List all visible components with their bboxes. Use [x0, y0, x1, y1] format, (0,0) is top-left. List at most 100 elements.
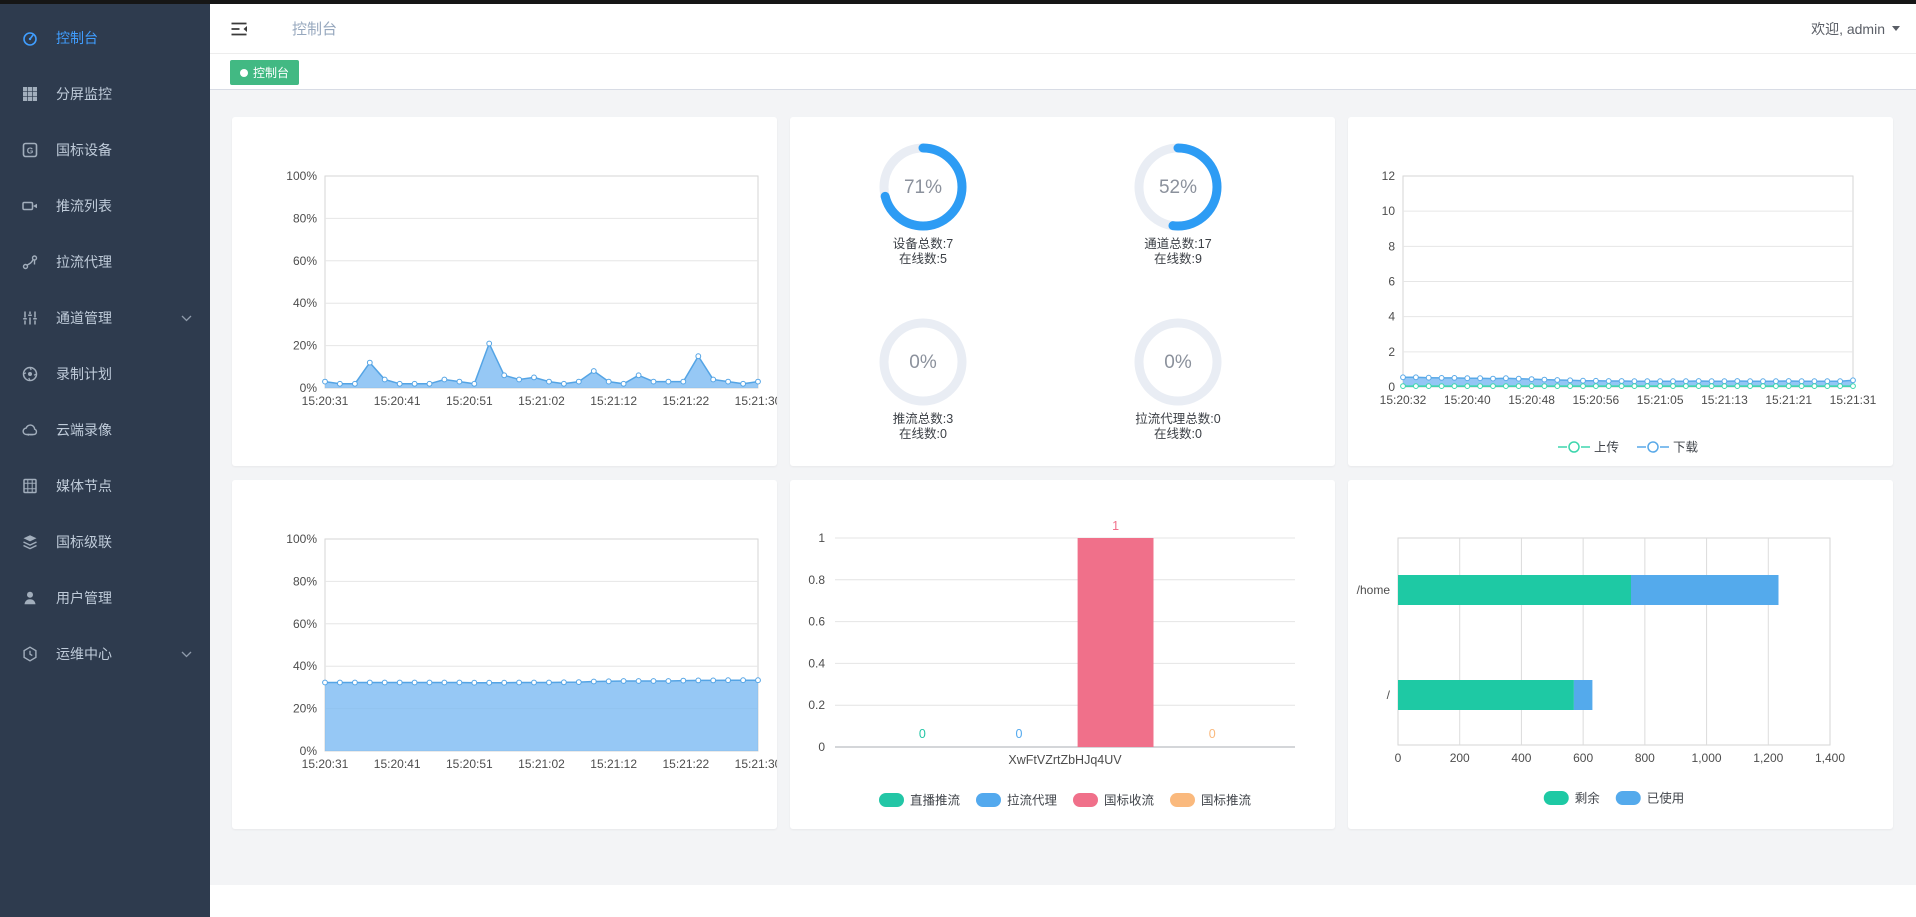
- svg-text:200: 200: [1450, 751, 1470, 765]
- svg-text:1,200: 1,200: [1753, 751, 1783, 765]
- cards-grid: 0%20%40%60%80%100%15:20:3115:20:4115:20:…: [232, 117, 1916, 829]
- app-layout: 控制台分屏监控G国标设备推流列表拉流代理通道管理录制计划云端录像媒体节点国标级联…: [0, 4, 1916, 917]
- gauges-chart-canvas: 71%设备总数:7在线数:552%通道总数:17在线数:90%推流总数:3在线数…: [790, 117, 1335, 466]
- card-network: 02468101215:20:3215:20:4015:20:4815:20:5…: [1348, 117, 1893, 466]
- svg-text:80%: 80%: [293, 211, 317, 225]
- sidebar-item-gb-cascade[interactable]: 国标级联: [0, 514, 210, 570]
- svg-text:15:21:31: 15:21:31: [1830, 393, 1877, 407]
- svg-text:0.6: 0.6: [808, 615, 825, 629]
- sidebar-item-label: 国标设备: [56, 140, 112, 160]
- caret-down-icon: [1892, 26, 1900, 31]
- active-tab-dot-icon: [240, 69, 248, 77]
- sidebar-item-media-node[interactable]: 媒体节点: [0, 458, 210, 514]
- svg-text:2: 2: [1388, 345, 1395, 359]
- sidebar-item-label: 拉流代理: [56, 252, 112, 272]
- svg-text:/: /: [1387, 688, 1391, 702]
- card-memory: 0%20%40%60%80%100%15:20:3115:20:4115:20:…: [232, 480, 777, 829]
- breadcrumb: 控制台: [292, 18, 337, 39]
- cpu-chart-canvas: 0%20%40%60%80%100%15:20:3115:20:4115:20:…: [232, 117, 777, 466]
- sidebar-item-console[interactable]: 控制台: [0, 10, 210, 66]
- svg-text:15:21:12: 15:21:12: [590, 757, 637, 771]
- svg-text:15:20:41: 15:20:41: [374, 394, 421, 408]
- svg-text:在线数:0: 在线数:0: [1154, 426, 1202, 441]
- svg-text:0: 0: [1395, 751, 1402, 765]
- cloud-record-icon: [22, 422, 38, 438]
- svg-text:15:21:12: 15:21:12: [590, 394, 637, 408]
- sidebar-collapse-button[interactable]: [230, 21, 248, 37]
- sidebar-item-pull-proxy[interactable]: 拉流代理: [0, 234, 210, 290]
- svg-text:15:20:56: 15:20:56: [1572, 393, 1619, 407]
- chart-legend[interactable]: 上传下载: [1558, 440, 1699, 455]
- sidebar-item-gb-device[interactable]: G国标设备: [0, 122, 210, 178]
- svg-text:15:20:31: 15:20:31: [302, 757, 349, 771]
- chart-legend[interactable]: 直播推流拉流代理国标收流国标推流: [879, 793, 1252, 808]
- svg-text:80%: 80%: [293, 574, 317, 588]
- chart-legend[interactable]: 剩余已使用: [1544, 791, 1685, 806]
- channel-manage-icon: [22, 310, 38, 326]
- svg-text:0%: 0%: [300, 744, 318, 758]
- sidebar-item-push-list[interactable]: 推流列表: [0, 178, 210, 234]
- hamburger-fold-icon: [230, 21, 248, 37]
- svg-text:15:21:30: 15:21:30: [735, 757, 777, 771]
- chevron-down-icon: [181, 651, 192, 658]
- sidebar-item-split-monitor[interactable]: 分屏监控: [0, 66, 210, 122]
- record-plan-icon: [22, 366, 38, 382]
- user-menu[interactable]: 欢迎, admin: [1811, 19, 1900, 39]
- sidebar-item-label: 用户管理: [56, 588, 112, 608]
- svg-text:0.4: 0.4: [808, 656, 825, 670]
- svg-text:已使用: 已使用: [1647, 791, 1685, 806]
- sidebar-item-ops-center[interactable]: 运维中心: [0, 626, 210, 682]
- svg-text:100%: 100%: [286, 532, 317, 546]
- chevron-down-icon: [181, 315, 192, 322]
- card-cpu: 0%20%40%60%80%100%15:20:3115:20:4115:20:…: [232, 117, 777, 466]
- svg-text:下载: 下载: [1673, 441, 1699, 455]
- push-stream-icon: [22, 198, 38, 214]
- tab-label: 控制台: [253, 64, 289, 81]
- sidebar-item-cloud-record[interactable]: 云端录像: [0, 402, 210, 458]
- svg-text:20%: 20%: [293, 702, 317, 716]
- svg-text:国标推流: 国标推流: [1201, 794, 1252, 808]
- svg-text:0%: 0%: [1164, 352, 1192, 373]
- sidebar-item-label: 国标级联: [56, 532, 112, 552]
- disk-chart-canvas: 02004006008001,0001,2001,400/home/剩余已使用: [1348, 480, 1893, 829]
- main-area: 控制台 欢迎, admin 控制台 0%20%40%60%80%100%15:2…: [210, 4, 1916, 917]
- svg-text:10: 10: [1382, 204, 1396, 218]
- svg-text:0: 0: [1016, 727, 1023, 741]
- sidebar-item-user-manage[interactable]: 用户管理: [0, 570, 210, 626]
- svg-text:/home: /home: [1357, 583, 1391, 597]
- svg-text:4: 4: [1388, 310, 1395, 324]
- svg-text:6: 6: [1388, 275, 1395, 289]
- svg-text:600: 600: [1573, 751, 1593, 765]
- sidebar-item-label: 控制台: [56, 28, 98, 48]
- sidebar-item-label: 运维中心: [56, 644, 112, 664]
- sidebar-item-record-plan[interactable]: 录制计划: [0, 346, 210, 402]
- svg-text:60%: 60%: [293, 254, 317, 268]
- svg-text:拉流代理总数:0: 拉流代理总数:0: [1135, 411, 1220, 426]
- card-streams: 00.20.40.60.810010XwFtVZrtZbHJq4UV直播推流拉流…: [790, 480, 1335, 829]
- svg-text:40%: 40%: [293, 659, 317, 673]
- sidebar-item-label: 通道管理: [56, 308, 112, 328]
- svg-text:15:20:51: 15:20:51: [446, 757, 493, 771]
- svg-text:15:20:51: 15:20:51: [446, 394, 493, 408]
- card-gauges: 71%设备总数:7在线数:552%通道总数:17在线数:90%推流总数:3在线数…: [790, 117, 1335, 466]
- svg-text:XwFtVZrtZbHJq4UV: XwFtVZrtZbHJq4UV: [1008, 753, 1122, 767]
- svg-text:国标收流: 国标收流: [1104, 794, 1155, 808]
- media-node-icon: [22, 478, 38, 494]
- svg-text:1,400: 1,400: [1815, 751, 1845, 765]
- sidebar-item-channel-manage[interactable]: 通道管理: [0, 290, 210, 346]
- tab-console[interactable]: 控制台: [230, 60, 299, 85]
- svg-text:1,000: 1,000: [1692, 751, 1722, 765]
- sidebar-item-label: 云端录像: [56, 420, 112, 440]
- svg-text:15:21:30: 15:21:30: [735, 394, 777, 408]
- sidebar-item-label: 媒体节点: [56, 476, 112, 496]
- svg-text:在线数:0: 在线数:0: [899, 426, 947, 441]
- user-manage-icon: [22, 590, 38, 606]
- svg-text:60%: 60%: [293, 617, 317, 631]
- dashboard-icon: [22, 30, 38, 46]
- svg-text:15:21:22: 15:21:22: [662, 757, 709, 771]
- svg-text:15:20:40: 15:20:40: [1444, 393, 1491, 407]
- welcome-text: 欢迎, admin: [1811, 19, 1885, 39]
- svg-text:0: 0: [1388, 380, 1395, 394]
- svg-text:直播推流: 直播推流: [910, 794, 961, 808]
- navbar: 控制台 欢迎, admin: [210, 4, 1916, 54]
